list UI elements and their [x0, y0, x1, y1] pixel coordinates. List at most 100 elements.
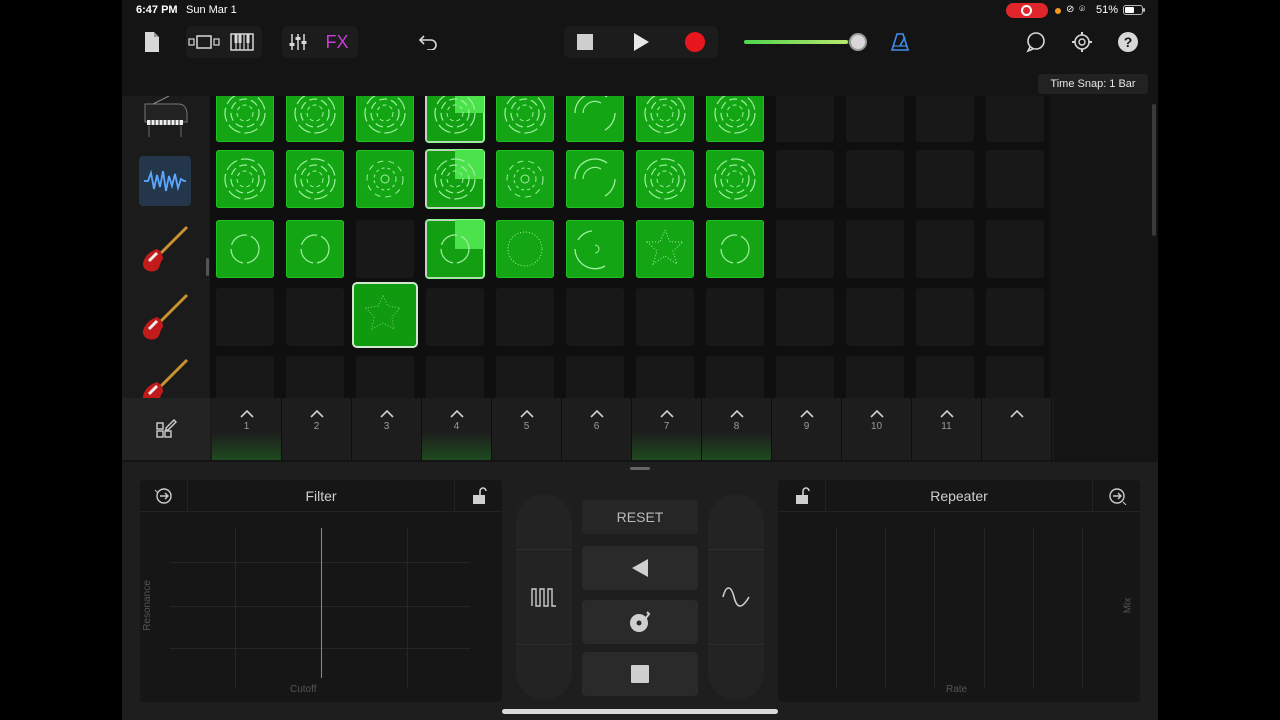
empty-cell[interactable]: [986, 356, 1044, 398]
empty-cell[interactable]: [426, 356, 484, 398]
empty-cell[interactable]: [636, 288, 694, 346]
tracks-view-icon[interactable]: [188, 30, 220, 54]
loop-cell[interactable]: [566, 96, 624, 142]
bass-guitar-icon[interactable]: [138, 224, 192, 274]
scene-trigger[interactable]: [982, 398, 1052, 460]
loop-cell[interactable]: [636, 220, 694, 278]
empty-cell[interactable]: [916, 96, 974, 142]
loop-cell[interactable]: [636, 150, 694, 208]
scene-trigger[interactable]: 7: [632, 398, 702, 460]
scene-trigger[interactable]: 4: [422, 398, 492, 460]
empty-cell[interactable]: [916, 288, 974, 346]
scene-trigger[interactable]: 2: [282, 398, 352, 460]
empty-cell[interactable]: [846, 96, 904, 142]
selected-cell[interactable]: [354, 284, 416, 346]
empty-cell[interactable]: [986, 220, 1044, 278]
repeater-effect-selector-icon[interactable]: [1092, 480, 1140, 512]
loop-cell[interactable]: [496, 96, 554, 142]
undo-icon[interactable]: [416, 30, 440, 54]
empty-cell[interactable]: [566, 356, 624, 398]
scene-trigger[interactable]: 1: [212, 398, 282, 460]
empty-cell[interactable]: [846, 356, 904, 398]
playing-loop-cell[interactable]: [426, 150, 484, 208]
empty-cell[interactable]: [986, 288, 1044, 346]
empty-cell[interactable]: [776, 288, 834, 346]
screen-recording-icon[interactable]: [1006, 3, 1048, 18]
edit-cells-button[interactable]: [122, 398, 210, 460]
empty-cell[interactable]: [706, 288, 764, 346]
piano-icon[interactable]: [138, 92, 192, 142]
settings-icon[interactable]: [1070, 30, 1094, 54]
loop-cell[interactable]: [706, 96, 764, 142]
gate-pill[interactable]: [516, 494, 572, 700]
metronome-icon[interactable]: [888, 30, 912, 54]
loop-cell[interactable]: [216, 150, 274, 208]
reset-button[interactable]: RESET: [582, 500, 698, 534]
master-volume-knob[interactable]: [849, 33, 867, 51]
filter-lock-icon[interactable]: [454, 480, 502, 512]
master-volume-slider[interactable]: [744, 40, 860, 44]
fx-button[interactable]: FX: [320, 30, 354, 54]
repeater-lock-icon[interactable]: [778, 480, 826, 512]
empty-cell[interactable]: [496, 288, 554, 346]
empty-cell[interactable]: [356, 220, 414, 278]
empty-cell[interactable]: [636, 356, 694, 398]
repeater-pad[interactable]: Repeater Rate Mix: [778, 480, 1140, 702]
bass-guitar-icon[interactable]: [138, 292, 192, 342]
time-snap-button[interactable]: Time Snap: 1 Bar: [1038, 74, 1148, 94]
play-button[interactable]: [628, 30, 654, 54]
loop-cell[interactable]: [286, 96, 344, 142]
bass-guitar-icon[interactable]: [138, 356, 192, 398]
track-scroll-thumb[interactable]: [206, 258, 209, 276]
loop-cell[interactable]: [356, 96, 414, 142]
scene-trigger[interactable]: 6: [562, 398, 632, 460]
empty-cell[interactable]: [916, 356, 974, 398]
empty-cell[interactable]: [706, 356, 764, 398]
tape-stop-button[interactable]: [582, 652, 698, 696]
loop-cell[interactable]: [496, 150, 554, 208]
empty-cell[interactable]: [776, 150, 834, 208]
scene-trigger[interactable]: 5: [492, 398, 562, 460]
keyboard-icon[interactable]: [228, 30, 256, 54]
empty-cell[interactable]: [916, 220, 974, 278]
document-icon[interactable]: [140, 28, 164, 56]
loop-cell[interactable]: [356, 150, 414, 208]
loop-cell[interactable]: [566, 220, 624, 278]
filter-effect-selector-icon[interactable]: [140, 480, 188, 512]
loop-cell[interactable]: [216, 220, 274, 278]
scratch-button[interactable]: [582, 600, 698, 644]
empty-cell[interactable]: [776, 220, 834, 278]
empty-cell[interactable]: [776, 356, 834, 398]
empty-cell[interactable]: [426, 288, 484, 346]
empty-cell[interactable]: [916, 150, 974, 208]
empty-cell[interactable]: [986, 150, 1044, 208]
record-button[interactable]: [682, 30, 708, 54]
reverse-button[interactable]: [582, 546, 698, 590]
loop-cell[interactable]: [216, 96, 274, 142]
empty-cell[interactable]: [846, 150, 904, 208]
stop-button[interactable]: [572, 30, 598, 54]
empty-cell[interactable]: [566, 288, 624, 346]
scene-trigger[interactable]: 8: [702, 398, 772, 460]
loop-cell[interactable]: [706, 220, 764, 278]
home-indicator[interactable]: [502, 709, 778, 714]
empty-cell[interactable]: [216, 288, 274, 346]
empty-cell[interactable]: [846, 220, 904, 278]
loop-browser-icon[interactable]: [1024, 30, 1048, 54]
empty-cell[interactable]: [776, 96, 834, 142]
loop-cell[interactable]: [286, 150, 344, 208]
scene-trigger[interactable]: 3: [352, 398, 422, 460]
empty-cell[interactable]: [356, 356, 414, 398]
playing-loop-cell[interactable]: [426, 96, 484, 142]
scene-trigger[interactable]: 10: [842, 398, 912, 460]
help-icon[interactable]: ?: [1116, 30, 1140, 54]
empty-cell[interactable]: [216, 356, 274, 398]
loop-cell[interactable]: [706, 150, 764, 208]
downsampler-pill[interactable]: [708, 494, 764, 700]
empty-cell[interactable]: [986, 96, 1044, 142]
scene-trigger[interactable]: 11: [912, 398, 982, 460]
waveform-icon[interactable]: [138, 156, 192, 206]
playing-loop-cell[interactable]: [426, 220, 484, 278]
loop-cell[interactable]: [566, 150, 624, 208]
empty-cell[interactable]: [286, 288, 344, 346]
